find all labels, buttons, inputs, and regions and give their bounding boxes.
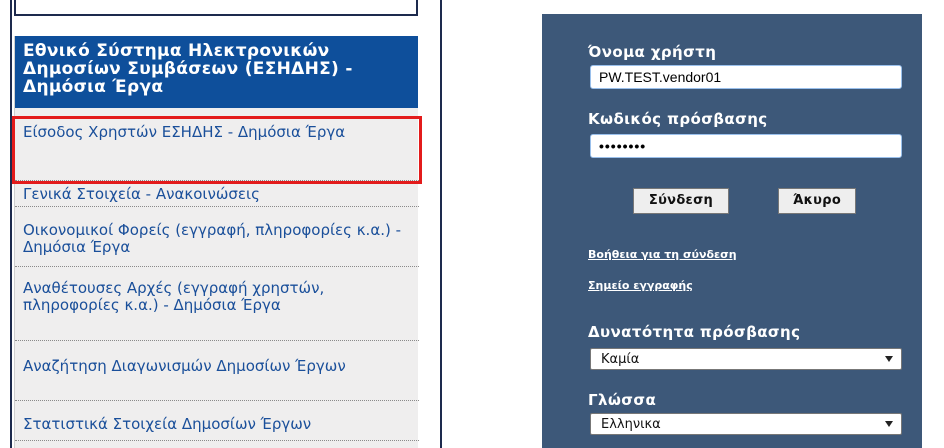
- chevron-down-icon: [885, 356, 893, 362]
- username-input[interactable]: PW.TEST.vendor01: [590, 65, 902, 89]
- register-link[interactable]: Σημείο εγγραφής: [588, 279, 693, 292]
- password-input[interactable]: ••••••••: [590, 134, 902, 158]
- menu-item-label: Αναζήτηση Διαγωνισμών Δημοσίων Έργων: [23, 357, 346, 375]
- access-select-value: Καμία: [601, 352, 640, 367]
- login-help-link[interactable]: Βοήθεια για τη σύνδεση: [588, 248, 737, 261]
- menu-item-label: Αναθέτουσες Αρχές (εγγραφή χρηστών, πληρ…: [23, 279, 325, 314]
- access-select[interactable]: Καμία: [590, 348, 902, 370]
- login-panel: Όνομα χρήστη PW.TEST.vendor01 Κωδικός πρ…: [542, 14, 922, 448]
- language-select[interactable]: Ελληνικα: [590, 413, 902, 435]
- menu-panel: Εθνικό Σύστημα Ηλεκτρονικών Δημοσίων Συμ…: [12, 36, 422, 448]
- menu-header: Εθνικό Σύστημα Ηλεκτρονικών Δημοσίων Συμ…: [15, 36, 418, 108]
- menu-item-search-tenders[interactable]: Αναζήτηση Διαγωνισμών Δημοσίων Έργων: [15, 341, 419, 401]
- menu-item-economic-operators[interactable]: Οικονομικοί Φορείς (εγγραφή, πληροφορίες…: [15, 207, 419, 267]
- menu-item-label: Είσοδος Χρηστών ΕΣΗΔΗΣ - Δημόσια Έργα: [23, 123, 346, 141]
- menu-item-label: Οικονομικοί Φορείς (εγγραφή, πληροφορίες…: [23, 221, 402, 256]
- menu-item-contracting-authorities[interactable]: Αναθέτουσες Αρχές (εγγραφή χρηστών, πληρ…: [15, 267, 419, 341]
- language-label: Γλώσσα: [588, 391, 657, 409]
- language-select-value: Ελληνικα: [601, 417, 661, 432]
- login-button[interactable]: Σύνδεση: [633, 188, 729, 214]
- top-panel-stub: [14, 0, 418, 16]
- menu-item-general-info[interactable]: Γενικά Στοιχεία - Ανακοινώσεις: [15, 181, 419, 207]
- cancel-button[interactable]: Άκυρο: [778, 188, 856, 214]
- password-label: Κωδικός πρόσβασης: [588, 110, 768, 128]
- menu-item-user-login[interactable]: Είσοδος Χρηστών ΕΣΗΔΗΣ - Δημόσια Έργα: [12, 116, 422, 184]
- menu-item-label: Γενικά Στοιχεία - Ανακοινώσεις: [23, 185, 260, 203]
- menu-item-statistics[interactable]: Στατιστικά Στοιχεία Δημοσίων Έργων: [15, 401, 419, 441]
- username-label: Όνομα χρήστη: [588, 43, 717, 61]
- access-label: Δυνατότητα πρόσβασης: [588, 323, 801, 341]
- menu-item-label: Στατιστικά Στοιχεία Δημοσίων Έργων: [23, 415, 312, 433]
- chevron-down-icon: [885, 421, 893, 427]
